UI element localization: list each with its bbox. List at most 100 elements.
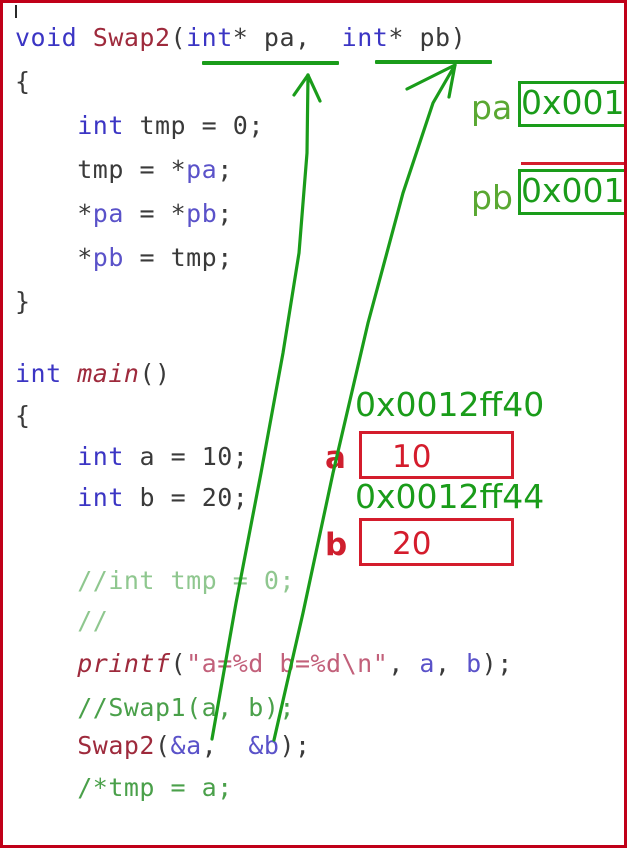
token-arg-b: b — [466, 649, 482, 678]
token-paren-open-call: ( — [154, 731, 171, 760]
token-function-main: main — [77, 359, 140, 388]
token-star-pa: * — [232, 23, 249, 52]
token-semi-16: ; — [497, 649, 513, 678]
token-paren-open: ( — [170, 23, 187, 52]
pointer-value-clip-pb: 0x0012 — [521, 171, 625, 213]
token-function-swap2: Swap2 — [92, 23, 171, 52]
token-argaddr-b: &b — [248, 731, 280, 760]
indent-5 — [15, 199, 77, 228]
token-call-swap2: Swap2 — [77, 731, 155, 760]
token-semi-4: ; — [217, 155, 233, 184]
code-line-16-printf: printf("a=%d b=%d\n", a, b); — [15, 651, 513, 676]
indent-4 — [15, 155, 77, 184]
sp-4b — [155, 155, 171, 184]
indent-3 — [15, 111, 77, 140]
code-line-15-comment: // — [15, 608, 108, 633]
token-paren-open-main: ( — [139, 359, 155, 388]
sp-12b — [155, 483, 171, 512]
token-star-5b: * — [170, 199, 187, 228]
pointer-value-pa: 0x0012 — [521, 83, 625, 122]
sp-3c — [217, 111, 233, 140]
token-keyword-int-main: int — [15, 359, 62, 388]
pointer-value-clip-pa: 0x0012 — [521, 83, 625, 125]
code-line-3: int tmp = 0; — [15, 113, 264, 138]
token-eq-6: = — [139, 243, 156, 272]
code-block: void Swap2(int* pa, int* pb) { int tmp =… — [3, 3, 624, 845]
code-line-11: int a = 10; — [15, 444, 248, 469]
pointer-value-pb: 0x0012 — [521, 171, 625, 210]
token-zero: 0 — [232, 111, 249, 140]
token-pb-6: pb — [92, 243, 124, 272]
variable-label-b: b — [325, 527, 348, 563]
token-comma-p1: , — [388, 649, 404, 678]
token-argaddr-a: &a — [170, 731, 202, 760]
token-star-6: * — [77, 243, 93, 272]
token-keyword-void: void — [15, 23, 78, 52]
token-tmp-4: tmp — [77, 155, 124, 184]
token-eq-3: = — [201, 111, 218, 140]
token-literal-10: 10 — [201, 442, 233, 471]
sp-16b — [451, 649, 467, 678]
sp-3a — [124, 111, 140, 140]
token-semi-3: ; — [248, 111, 264, 140]
token-comma-call: , — [201, 731, 218, 760]
sp-5b — [155, 199, 171, 228]
pointer-label-pa: pa — [471, 88, 513, 127]
comment-int-tmp: //int tmp = 0; — [77, 566, 295, 595]
sp-4a — [124, 155, 140, 184]
token-eq-12: = — [170, 483, 187, 512]
sp-11b — [155, 442, 171, 471]
token-star-pb: * — [388, 23, 404, 52]
code-line-1: void Swap2(int* pa, int* pb) — [15, 25, 466, 50]
code-line-9: int main() — [15, 361, 171, 386]
token-pa-4: pa — [186, 155, 218, 184]
token-param-pb: pb — [419, 23, 451, 52]
pointer-box-pb-red-accent — [521, 162, 624, 165]
sp-5a — [124, 199, 140, 228]
underline-int-star-pb — [375, 60, 492, 64]
slide-canvas: void Swap2(int* pa, int* pb) { int tmp =… — [0, 0, 627, 848]
token-paren-close-call: ) — [279, 731, 295, 760]
pointer-label-pb: pb — [471, 178, 513, 217]
code-line-7: } — [15, 287, 31, 316]
token-paren-close-printf: ) — [481, 649, 498, 678]
token-pb-5: pb — [186, 199, 218, 228]
token-arg-a: a — [419, 649, 435, 678]
variable-value-b: 20 — [392, 526, 432, 562]
address-label-b: 0x0012ff44 — [355, 477, 545, 516]
comment-block-start: /*tmp = a; — [77, 773, 233, 802]
code-line-5: *pa = *pb; — [15, 201, 233, 226]
code-line-6: *pb = tmp; — [15, 245, 233, 270]
address-label-a: 0x0012ff40 — [355, 385, 545, 424]
variable-box-a — [359, 431, 514, 479]
token-paren-close-main: ) — [155, 359, 171, 388]
token-keyword-int-pb: int — [341, 23, 389, 52]
indent-17 — [15, 693, 77, 722]
token-semi-6: ; — [217, 243, 233, 272]
token-space-3 — [311, 23, 342, 52]
indent-16 — [15, 649, 77, 678]
token-keyword-int-b: int — [77, 483, 124, 512]
sp-11a — [124, 442, 140, 471]
token-function-printf: printf — [77, 649, 171, 678]
underline-int-star-pa — [202, 61, 339, 65]
sp-12a — [124, 483, 140, 512]
token-eq-5: = — [139, 199, 156, 228]
sp-3b — [186, 111, 202, 140]
token-var-b: b — [139, 483, 155, 512]
code-line-10: { — [15, 401, 31, 430]
sp-6a — [124, 243, 140, 272]
token-eq-11: = — [170, 442, 187, 471]
token-paren-open-printf: ( — [170, 649, 187, 678]
variable-label-a: a — [325, 440, 346, 476]
sp-12c — [186, 483, 202, 512]
token-keyword-int-tmp: int — [77, 111, 124, 140]
indent-18 — [15, 731, 77, 760]
code-line-14-comment: //int tmp = 0; — [15, 568, 295, 593]
code-line-19-comment: /*tmp = a; — [15, 775, 233, 800]
token-var-tmp: tmp — [139, 111, 187, 140]
indent-12 — [15, 483, 77, 512]
variable-box-b — [359, 518, 514, 566]
token-keyword-int-a: int — [77, 442, 124, 471]
token-tmp-6: tmp — [170, 243, 218, 272]
